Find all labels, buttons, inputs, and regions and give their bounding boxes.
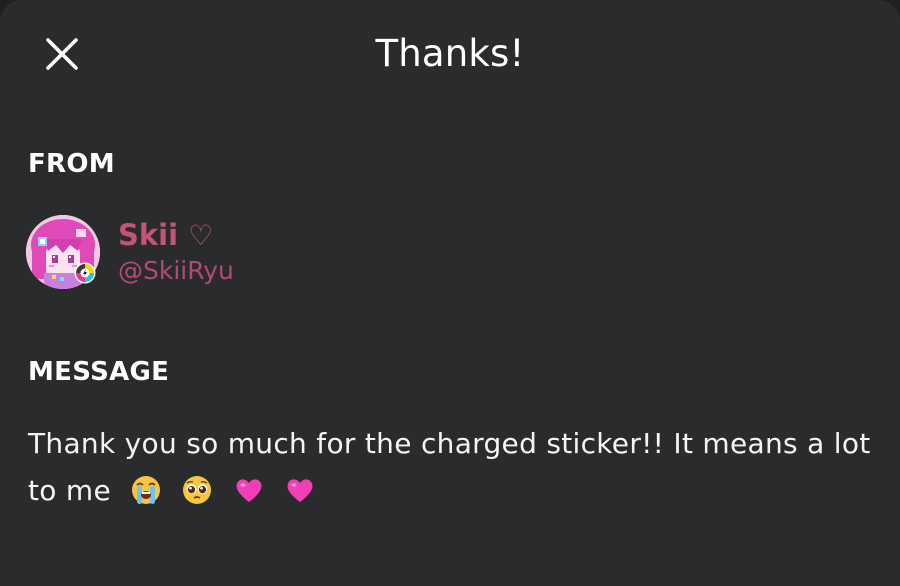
sender-profile[interactable]: Skii ♡ @SkiiRyu: [26, 215, 234, 289]
sender-name-text: Skii: [118, 217, 179, 252]
sender-display-name[interactable]: Skii ♡: [118, 217, 234, 254]
loudly-crying-face-icon: [130, 474, 162, 506]
thanks-sheet: Thanks! FROM Skii ♡ @SkiiRyu MESSAGE Tha…: [0, 0, 900, 586]
sender-handle[interactable]: @SkiiRyu: [118, 254, 234, 288]
from-section-label: FROM: [28, 149, 115, 179]
pleading-face-icon: [181, 474, 213, 506]
pink-heart-icon: [284, 474, 316, 506]
message-section-label: MESSAGE: [28, 357, 170, 387]
page-title: Thanks!: [375, 32, 525, 75]
pink-heart-icon: [233, 474, 265, 506]
sender-text: Skii ♡ @SkiiRyu: [118, 217, 234, 288]
sender-name-heart: ♡: [188, 218, 214, 252]
badge-icon: [74, 262, 96, 288]
message-text: Thank you so much for the charged sticke…: [28, 420, 878, 514]
